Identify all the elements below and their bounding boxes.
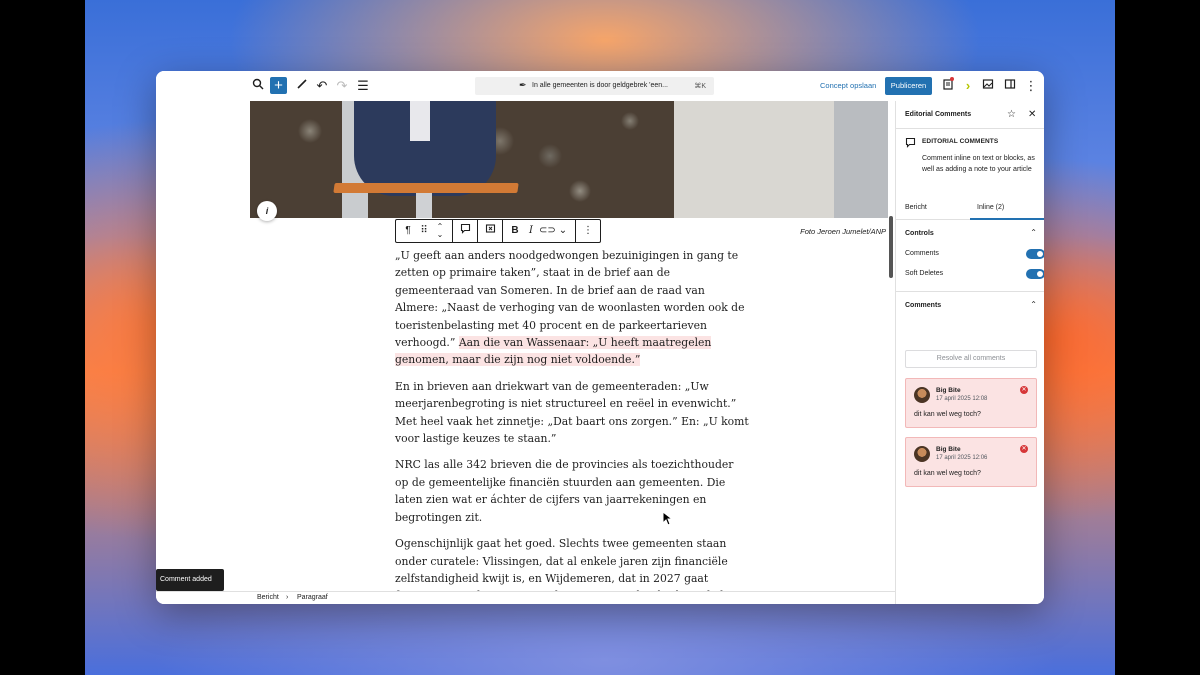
image-icon[interactable]	[980, 78, 996, 94]
editor-window: + ↶ ↷ ☰ ✒ In alle gemeenten is door geld…	[156, 71, 1044, 604]
block-toolbar: ¶ ⠿ ⌃ ⌄ B I ⊂⊃ ⌄ ⋮	[395, 219, 601, 243]
paragraph[interactable]: NRC las alle 342 brieven die de provinci…	[395, 456, 750, 526]
more-options-icon[interactable]: ⋮	[1023, 78, 1039, 94]
plugin-arrow-icon[interactable]: ›	[960, 78, 976, 94]
soft-deletes-toggle-label: Soft Deletes	[905, 270, 944, 277]
document-overview-icon[interactable]: ☰	[355, 78, 371, 94]
sidebar-tabs: Bericht Inline (2)	[896, 196, 1044, 220]
editorial-comments-icon[interactable]	[940, 78, 956, 94]
podium	[333, 183, 519, 193]
command-palette-bar[interactable]: ✒ In alle gemeenten is door geldgebrek '…	[475, 77, 714, 95]
settings-sidebar-icon[interactable]	[1002, 78, 1018, 94]
resolve-all-comments-button[interactable]: Resolve all comments	[905, 350, 1037, 368]
bold-icon[interactable]: B	[507, 223, 523, 239]
drag-handle-icon[interactable]: ⠿	[416, 223, 432, 239]
close-icon[interactable]: ✕	[1028, 109, 1036, 120]
canvas-scrollbar[interactable]	[889, 216, 893, 278]
snackbar-notice: Comment added	[156, 569, 224, 591]
article-body: „U geeft aan anders noodgedwongen bezuin…	[395, 247, 750, 591]
sidebar-title: Editorial Comments	[905, 111, 972, 118]
breadcrumb-root[interactable]: Bericht	[257, 594, 279, 601]
publish-button[interactable]: Publiceren	[885, 77, 932, 95]
command-shortcut: ⌘K	[694, 83, 706, 90]
mouse-cursor-icon	[662, 510, 674, 529]
delete-comment-icon[interactable]: ✕	[1020, 445, 1028, 453]
comments-toggle[interactable]	[1026, 249, 1044, 259]
editor-canvas: i Foto Jeroen Jumelet/ANP ¶ ⠿ ⌃ ⌄ B I ⊂⊃…	[156, 101, 895, 591]
star-icon[interactable]: ☆	[1007, 109, 1016, 120]
sidebar-header: Editorial Comments ☆ ✕	[896, 101, 1044, 129]
move-up-down-icon[interactable]: ⌃ ⌄	[432, 223, 448, 239]
paragraph[interactable]: En in brieven aan driekwart van de gemee…	[395, 378, 750, 448]
paragraph-icon[interactable]: ¶	[400, 223, 416, 239]
breadcrumb-separator: ›	[286, 594, 289, 601]
image-info-button[interactable]: i	[257, 201, 277, 221]
comment-author: Big Bite	[936, 387, 961, 394]
comments-toggle-label: Comments	[905, 250, 939, 257]
comment-text: dit kan wel weg toch?	[914, 470, 981, 477]
italic-icon[interactable]: I	[523, 223, 539, 239]
search-icon[interactable]	[250, 78, 266, 94]
comment-icon[interactable]	[457, 223, 473, 239]
image-caption: Foto Jeroen Jumelet/ANP	[800, 227, 886, 236]
paragraph[interactable]: Ogenschijnlijk gaat het goed. Slechts tw…	[395, 535, 750, 591]
avatar	[914, 446, 930, 462]
chevron-down-icon[interactable]: ⌄	[555, 223, 571, 239]
redo-icon[interactable]: ↷	[334, 78, 350, 94]
avatar	[914, 387, 930, 403]
comment-text: dit kan wel weg toch?	[914, 411, 981, 418]
plugin-description: Comment inline on text or blocks, as wel…	[922, 155, 1035, 173]
tab-bericht[interactable]: Bericht	[905, 204, 927, 211]
link-icon[interactable]: ⊂⊃	[539, 223, 556, 239]
plugin-title: EDITORIAL COMMENTS	[922, 138, 999, 145]
edit-pencil-icon[interactable]	[294, 78, 310, 94]
comment-card[interactable]: Big Bite 17 april 2025 12:08 dit kan wel…	[905, 378, 1037, 428]
controls-panel: Controls ⌃ Comments Soft Deletes	[896, 220, 1044, 292]
delete-comment-icon[interactable]: ✕	[1020, 386, 1028, 394]
save-draft-button[interactable]: Concept opslaan	[820, 81, 876, 90]
chevron-up-icon[interactable]: ⌃	[1030, 300, 1037, 309]
comment-date: 17 april 2025 12:08	[936, 396, 988, 402]
article-image[interactable]	[250, 101, 888, 218]
comment-icon	[905, 137, 916, 151]
breadcrumb: Bericht › Paragraaf	[156, 591, 895, 604]
block-options-icon[interactable]: ⋮	[580, 223, 596, 239]
chevron-up-icon[interactable]: ⌃	[1030, 228, 1037, 237]
tab-inline[interactable]: Inline (2)	[977, 204, 1004, 211]
comment-card[interactable]: Big Bite 17 april 2025 12:06 dit kan wel…	[905, 437, 1037, 487]
comment-date: 17 april 2025 12:06	[936, 455, 988, 461]
editorial-comments-sidebar: Editorial Comments ☆ ✕ EDITORIAL COMMENT…	[895, 101, 1044, 604]
add-block-button[interactable]: +	[270, 77, 287, 94]
editor-top-toolbar: + ↶ ↷ ☰ ✒ In alle gemeenten is door geld…	[156, 71, 1044, 101]
undo-icon[interactable]: ↶	[314, 78, 330, 94]
paragraph[interactable]: „U geeft aan anders noodgedwongen bezuin…	[395, 247, 750, 369]
comment-author: Big Bite	[936, 446, 961, 453]
soft-deletes-toggle[interactable]	[1026, 269, 1044, 279]
breadcrumb-current[interactable]: Paragraaf	[297, 594, 328, 601]
feather-icon: ✒	[519, 80, 527, 90]
comments-title[interactable]: Comments	[905, 302, 941, 309]
note-icon[interactable]	[482, 223, 498, 239]
notification-dot	[950, 77, 954, 81]
document-title: In alle gemeenten is door geldgebrek 'ee…	[532, 82, 668, 89]
controls-title[interactable]: Controls	[905, 230, 934, 237]
